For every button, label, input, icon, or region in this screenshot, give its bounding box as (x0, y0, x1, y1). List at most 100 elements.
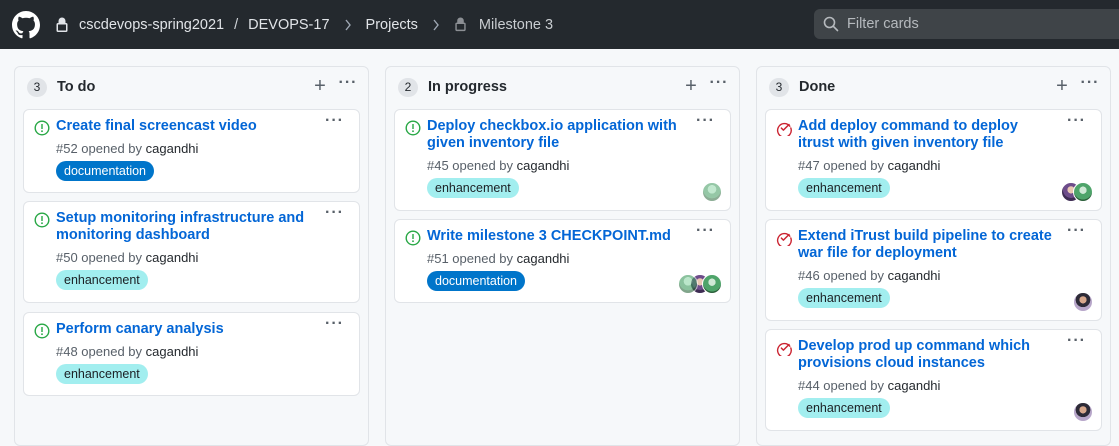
issue-closed-icon (776, 232, 792, 246)
card-meta: #50 opened by cagandhi (56, 250, 198, 265)
issue-author[interactable]: cagandhi (517, 251, 570, 266)
card[interactable]: Write milestone 3 CHECKPOINT.md ··· #51 … (394, 219, 731, 303)
issue-author[interactable]: cagandhi (888, 268, 941, 283)
card-meta: #52 opened by cagandhi (56, 141, 198, 156)
column-title: In progress (428, 79, 507, 95)
issue-number: #44 opened by (798, 378, 885, 393)
issue-opened-icon (34, 120, 50, 136)
card[interactable]: Perform canary analysis ··· #48 opened b… (23, 312, 360, 396)
issue-number: #45 opened by (427, 158, 514, 173)
avatar[interactable] (1073, 182, 1093, 202)
card[interactable]: Setup monitoring infrastructure and moni… (23, 201, 360, 303)
card-menu-button[interactable]: ··· (325, 113, 345, 130)
card-menu-button[interactable]: ··· (696, 113, 716, 130)
breadcrumb-repo[interactable]: DEVOPS-17 (248, 17, 329, 33)
card-title[interactable]: Extend iTrust build pipeline to create w… (798, 228, 1058, 262)
card[interactable]: Extend iTrust build pipeline to create w… (765, 219, 1102, 321)
column-done: 3 Done + ··· Add deploy command to deplo… (756, 66, 1111, 446)
card-meta: #44 opened by cagandhi (798, 378, 940, 393)
card-meta: #48 opened by cagandhi (56, 344, 198, 359)
column-todo: 3 To do + ··· Create final screencast vi… (14, 66, 369, 446)
card-meta: #51 opened by cagandhi (427, 251, 569, 266)
add-card-button[interactable]: + (312, 76, 328, 96)
label-badge[interactable]: enhancement (798, 288, 890, 308)
filter-cards-box[interactable] (814, 9, 1119, 39)
lock-icon (56, 17, 68, 32)
assignee-avatars (1061, 182, 1093, 202)
issue-author[interactable]: cagandhi (146, 250, 199, 265)
card-title[interactable]: Deploy checkbox.io application with give… (427, 118, 687, 152)
avatar[interactable] (1073, 402, 1093, 422)
assignee-avatars (678, 274, 722, 294)
issue-closed-icon (776, 122, 792, 136)
issue-number: #48 opened by (56, 344, 143, 359)
card-menu-button[interactable]: ··· (1067, 333, 1087, 350)
issue-opened-icon (405, 230, 421, 246)
issue-author[interactable]: cagandhi (888, 378, 941, 393)
issue-opened-icon (34, 212, 50, 228)
card-meta: #46 opened by cagandhi (798, 268, 940, 283)
card-menu-button[interactable]: ··· (325, 205, 345, 222)
label-badge[interactable]: enhancement (427, 178, 519, 198)
issue-author[interactable]: cagandhi (146, 141, 199, 156)
issue-number: #51 opened by (427, 251, 514, 266)
column-title: Done (799, 79, 836, 95)
card-title[interactable]: Setup monitoring infrastructure and moni… (56, 210, 316, 244)
card[interactable]: Add deploy command to deploy itrust with… (765, 109, 1102, 211)
avatar[interactable] (702, 274, 722, 294)
card[interactable]: Deploy checkbox.io application with give… (394, 109, 731, 211)
filter-cards-input[interactable] (847, 16, 1107, 32)
assignee-avatars (702, 182, 722, 202)
label-badge[interactable]: documentation (56, 161, 155, 181)
breadcrumb: cscdevops-spring2021 / DEVOPS-17 Project… (55, 0, 553, 49)
card-meta: #47 opened by cagandhi (798, 158, 940, 173)
card-menu-button[interactable]: ··· (325, 316, 345, 333)
add-card-button[interactable]: + (683, 76, 699, 96)
label-badge[interactable]: enhancement (56, 270, 148, 290)
card[interactable]: Develop prod up command which provisions… (765, 329, 1102, 431)
breadcrumb-projects[interactable]: Projects (366, 17, 418, 33)
issue-opened-icon (405, 120, 421, 136)
card[interactable]: Create final screencast video ··· #52 op… (23, 109, 360, 193)
assignee-avatars (1073, 292, 1093, 312)
label-badge[interactable]: enhancement (798, 178, 890, 198)
column-count: 3 (27, 78, 47, 97)
card-title[interactable]: Develop prod up command which provisions… (798, 338, 1058, 372)
avatar[interactable] (678, 274, 698, 294)
github-mark-icon[interactable] (12, 11, 40, 39)
label-badge[interactable]: documentation (427, 271, 526, 291)
chevron-right-icon (344, 19, 351, 30)
column-header: 3 Done + ··· (757, 67, 1110, 107)
issue-number: #50 opened by (56, 250, 143, 265)
column-title: To do (57, 79, 96, 95)
card-title[interactable]: Create final screencast video (56, 118, 316, 135)
avatar[interactable] (1073, 292, 1093, 312)
label-badge[interactable]: enhancement (798, 398, 890, 418)
column-in-progress: 2 In progress + ··· Deploy checkbox.io a… (385, 66, 740, 446)
lock-icon (455, 17, 466, 32)
issue-number: #52 opened by (56, 141, 143, 156)
column-header: 3 To do + ··· (15, 67, 368, 107)
avatar[interactable] (702, 182, 722, 202)
breadcrumb-separator: / (234, 16, 239, 33)
card-meta: #45 opened by cagandhi (427, 158, 569, 173)
issue-opened-icon (34, 323, 50, 339)
assignee-avatars (1073, 402, 1093, 422)
card-menu-button[interactable]: ··· (1067, 223, 1087, 240)
card-title[interactable]: Write milestone 3 CHECKPOINT.md (427, 228, 687, 245)
issue-author[interactable]: cagandhi (517, 158, 570, 173)
label-badge[interactable]: enhancement (56, 364, 148, 384)
card-menu-button[interactable]: ··· (1067, 113, 1087, 130)
issue-author[interactable]: cagandhi (146, 344, 199, 359)
card-menu-button[interactable]: ··· (696, 223, 716, 240)
breadcrumb-org[interactable]: cscdevops-spring2021 (79, 17, 224, 33)
card-title[interactable]: Perform canary analysis (56, 321, 316, 338)
card-title[interactable]: Add deploy command to deploy itrust with… (798, 118, 1058, 152)
issue-author[interactable]: cagandhi (888, 158, 941, 173)
breadcrumb-milestone: Milestone 3 (478, 16, 554, 33)
column-menu-button[interactable]: ··· (709, 75, 729, 96)
column-header: 2 In progress + ··· (386, 67, 739, 107)
column-menu-button[interactable]: ··· (1080, 75, 1100, 96)
column-menu-button[interactable]: ··· (338, 75, 358, 96)
add-card-button[interactable]: + (1054, 76, 1070, 96)
